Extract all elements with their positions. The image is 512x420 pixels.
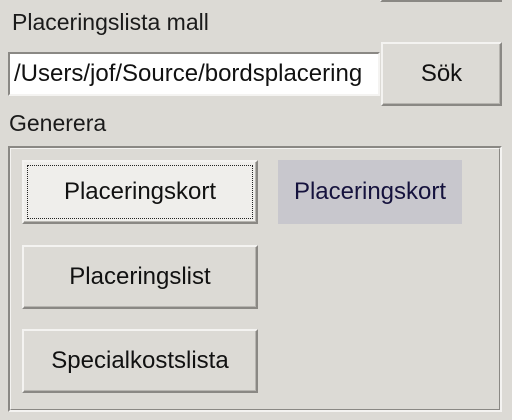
placement-cards-button-label: Placeringskort xyxy=(63,178,217,205)
special-diet-list-button[interactable]: Specialkostslista xyxy=(22,329,258,393)
top-partial-button[interactable] xyxy=(380,0,502,2)
template-path-input[interactable] xyxy=(8,52,380,96)
search-button[interactable]: Sök xyxy=(381,42,502,106)
placement-cards-status-label: Placeringskort xyxy=(278,160,462,224)
placement-list-button[interactable]: Placeringslist xyxy=(22,245,258,309)
template-section-label: Placeringslista mall xyxy=(12,9,209,35)
placement-cards-button[interactable]: Placeringskort xyxy=(22,160,258,224)
generate-section-label: Generera xyxy=(9,110,107,136)
